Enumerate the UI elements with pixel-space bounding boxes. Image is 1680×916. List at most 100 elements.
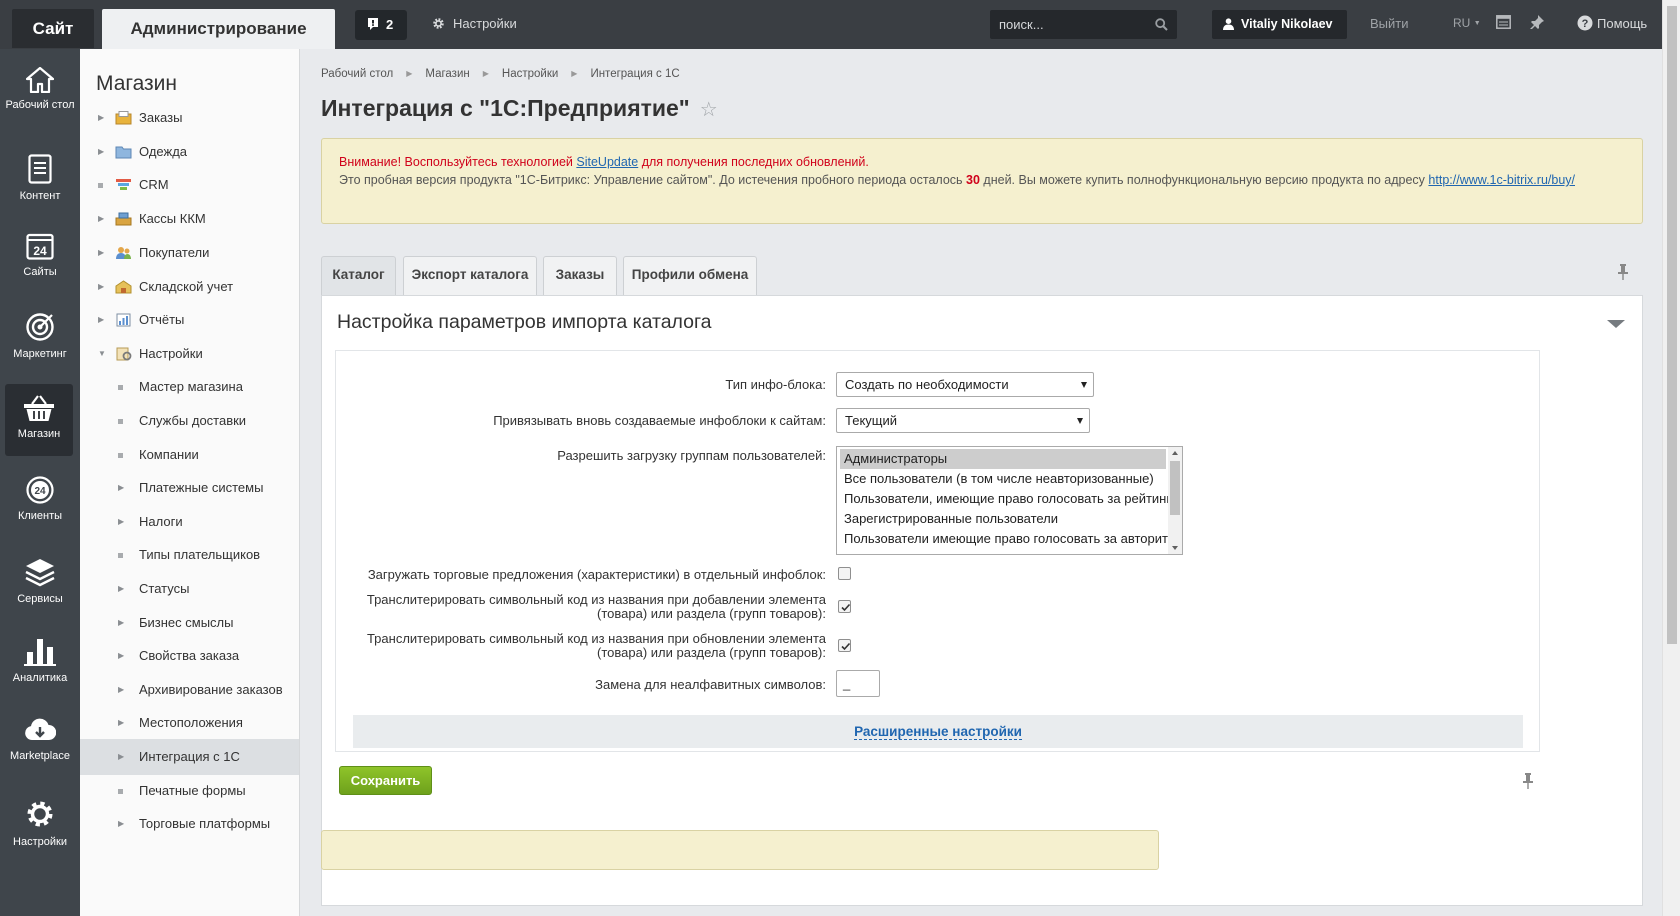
siteupdate-link[interactable]: SiteUpdate xyxy=(576,155,638,169)
breadcrumb-item[interactable]: Интеграция с 1С xyxy=(590,68,679,80)
menu-item-order-archive[interactable]: ▶ Архивирование заказов xyxy=(80,672,299,708)
listbox-scrollbar[interactable] xyxy=(1168,447,1182,554)
page-scrollbar[interactable] xyxy=(1662,0,1680,916)
iblock-type-select[interactable]: Создать по необходимости xyxy=(836,372,1094,397)
tab-orders[interactable]: Заказы xyxy=(543,256,617,295)
bottom-notice xyxy=(321,830,1159,870)
menu-item-reports[interactable]: ▶ Отчёты xyxy=(80,302,299,338)
menu-item-clothes[interactable]: ▶ Одежда xyxy=(80,134,299,170)
chevron-right-icon[interactable]: ▶ xyxy=(118,470,124,506)
search-input[interactable] xyxy=(990,10,1150,39)
star-icon[interactable]: ☆ xyxy=(700,99,718,121)
module-content[interactable]: Контент xyxy=(0,154,80,203)
menu-item-shop-wizard[interactable]: Мастер магазина xyxy=(80,369,299,405)
menu-item-print-forms[interactable]: Печатные формы xyxy=(80,773,299,809)
breadcrumb-item[interactable]: Магазин xyxy=(425,68,469,80)
chevron-right-icon[interactable]: ▶ xyxy=(118,504,124,540)
chevron-down-icon[interactable]: ▼ xyxy=(98,336,106,372)
pin-icon[interactable] xyxy=(1522,773,1534,789)
menu-item-payer-types[interactable]: Типы плательщиков xyxy=(80,537,299,573)
module-marketing[interactable]: Маркетинг xyxy=(0,312,80,361)
user-button[interactable]: Vitaliy Nikolaev xyxy=(1212,10,1347,39)
scroll-thumb[interactable] xyxy=(1170,461,1180,515)
menu-item-1c-integration[interactable]: ▶ Интеграция с 1С xyxy=(80,739,299,775)
offers-checkbox[interactable] xyxy=(838,567,851,580)
chevron-right-icon[interactable]: ▶ xyxy=(98,269,104,305)
group-option[interactable]: Администраторы xyxy=(840,449,1166,469)
page-scroll-thumb[interactable] xyxy=(1667,6,1677,644)
chevron-right-icon[interactable]: ▶ xyxy=(118,638,124,674)
menu-item-trade-platforms[interactable]: ▶ Торговые платформы xyxy=(80,806,299,842)
module-label: Сервисы xyxy=(17,593,63,605)
menu-item-settings[interactable]: ▼ Настройки xyxy=(80,336,299,372)
help-link[interactable]: ? Помощь xyxy=(1577,15,1647,31)
chevron-right-icon[interactable]: ▶ xyxy=(98,201,104,237)
breadcrumb-item[interactable]: Настройки xyxy=(502,68,558,80)
language-selector[interactable]: RU ▼ xyxy=(1453,16,1481,30)
module-analytics[interactable]: Аналитика xyxy=(0,636,80,685)
group-option[interactable]: Пользователи имеющие право голосовать за… xyxy=(840,529,1181,549)
chevron-right-icon[interactable]: ▶ xyxy=(118,605,124,641)
menu-item-business-meanings[interactable]: ▶ Бизнес смыслы xyxy=(80,605,299,641)
chevron-right-icon[interactable]: ▶ xyxy=(118,672,124,708)
chevron-right-icon[interactable]: ▶ xyxy=(118,571,124,607)
notice-warning-tail: для получения последних обновлений. xyxy=(638,155,869,169)
user-groups-listbox[interactable]: Администраторы Все пользователи (в том ч… xyxy=(836,446,1183,555)
tab-catalog-export[interactable]: Экспорт каталога xyxy=(403,256,537,295)
scroll-down-icon[interactable] xyxy=(1172,546,1178,550)
chevron-right-icon[interactable]: ▶ xyxy=(98,134,104,170)
collapse-icon[interactable] xyxy=(1607,320,1625,328)
settings-link[interactable]: Настройки xyxy=(432,16,517,31)
document-icon xyxy=(28,154,52,184)
chevron-right-icon[interactable]: ▶ xyxy=(118,705,124,741)
menu-item-buyers[interactable]: ▶ Покупатели xyxy=(80,235,299,271)
module-shop[interactable]: Магазин xyxy=(5,384,73,456)
menu-item-warehouse[interactable]: ▶ Складской учет xyxy=(80,269,299,305)
group-option[interactable]: Пользователи, имеющие право голосовать з… xyxy=(840,489,1171,509)
chevron-right-icon[interactable]: ▶ xyxy=(98,100,104,136)
search-box xyxy=(990,10,1177,39)
translit-update-checkbox[interactable] xyxy=(838,639,851,652)
advanced-settings-link[interactable]: Расширенные настройки xyxy=(854,724,1022,740)
module-desktop[interactable]: Рабочий стол xyxy=(0,67,80,112)
breadcrumb-item[interactable]: Рабочий стол xyxy=(321,68,393,80)
site-tab[interactable]: Сайт xyxy=(12,9,94,48)
group-option[interactable]: Все пользователи (в том числе неавторизо… xyxy=(840,469,1166,489)
tab-catalog[interactable]: Каталог xyxy=(321,256,396,297)
tab-exchange-profiles[interactable]: Профили обмена xyxy=(623,256,757,295)
menu-item-delivery[interactable]: Службы доставки xyxy=(80,403,299,439)
buy-link[interactable]: http://www.1c-bitrix.ru/buy/ xyxy=(1428,173,1575,187)
menu-item-taxes[interactable]: ▶ Налоги xyxy=(80,504,299,540)
chevron-right-icon[interactable]: ▶ xyxy=(98,235,104,271)
module-settings[interactable]: Настройки xyxy=(0,798,80,849)
exit-link[interactable]: Выйти xyxy=(1370,16,1409,31)
menu-item-statuses[interactable]: ▶ Статусы xyxy=(80,571,299,607)
module-sites[interactable]: 24 Сайты xyxy=(0,232,80,279)
menu-item-crm[interactable]: CRM xyxy=(80,167,299,203)
menu-item-kkm[interactable]: ▶ Кассы ККМ xyxy=(80,201,299,237)
module-marketplace[interactable]: Marketplace xyxy=(0,718,80,763)
group-option[interactable]: Зарегистрированные пользователи xyxy=(840,509,1166,529)
admin-tab[interactable]: Администрирование xyxy=(102,9,335,49)
save-button[interactable]: Сохранить xyxy=(339,766,432,795)
bind-sites-select[interactable]: Текущий xyxy=(836,408,1090,433)
menu-item-payment-systems[interactable]: ▶ Платежные системы xyxy=(80,470,299,506)
scroll-up-icon[interactable] xyxy=(1172,451,1178,455)
chevron-right-icon[interactable]: ▶ xyxy=(118,806,124,842)
pin-icon[interactable] xyxy=(1530,15,1544,29)
chevron-right-icon[interactable]: ▶ xyxy=(118,739,124,775)
window-icon[interactable] xyxy=(1496,15,1511,29)
chevron-right-icon[interactable]: ▶ xyxy=(98,302,104,338)
pin-icon[interactable] xyxy=(1617,264,1629,280)
notifications-button[interactable]: 2 xyxy=(355,10,407,40)
menu-item-locations[interactable]: ▶ Местоположения xyxy=(80,705,299,741)
replace-char-input[interactable]: _ xyxy=(836,670,880,697)
search-icon[interactable] xyxy=(1155,18,1168,31)
menu-item-label: Интеграция с 1С xyxy=(139,749,240,764)
menu-item-companies[interactable]: Компании xyxy=(80,437,299,473)
module-clients[interactable]: 24 Клиенты xyxy=(0,476,80,523)
module-services[interactable]: Сервисы xyxy=(0,557,80,606)
menu-item-order-properties[interactable]: ▶ Свойства заказа xyxy=(80,638,299,674)
translit-add-checkbox[interactable] xyxy=(838,600,851,613)
menu-item-orders[interactable]: ▶ Заказы xyxy=(80,100,299,136)
